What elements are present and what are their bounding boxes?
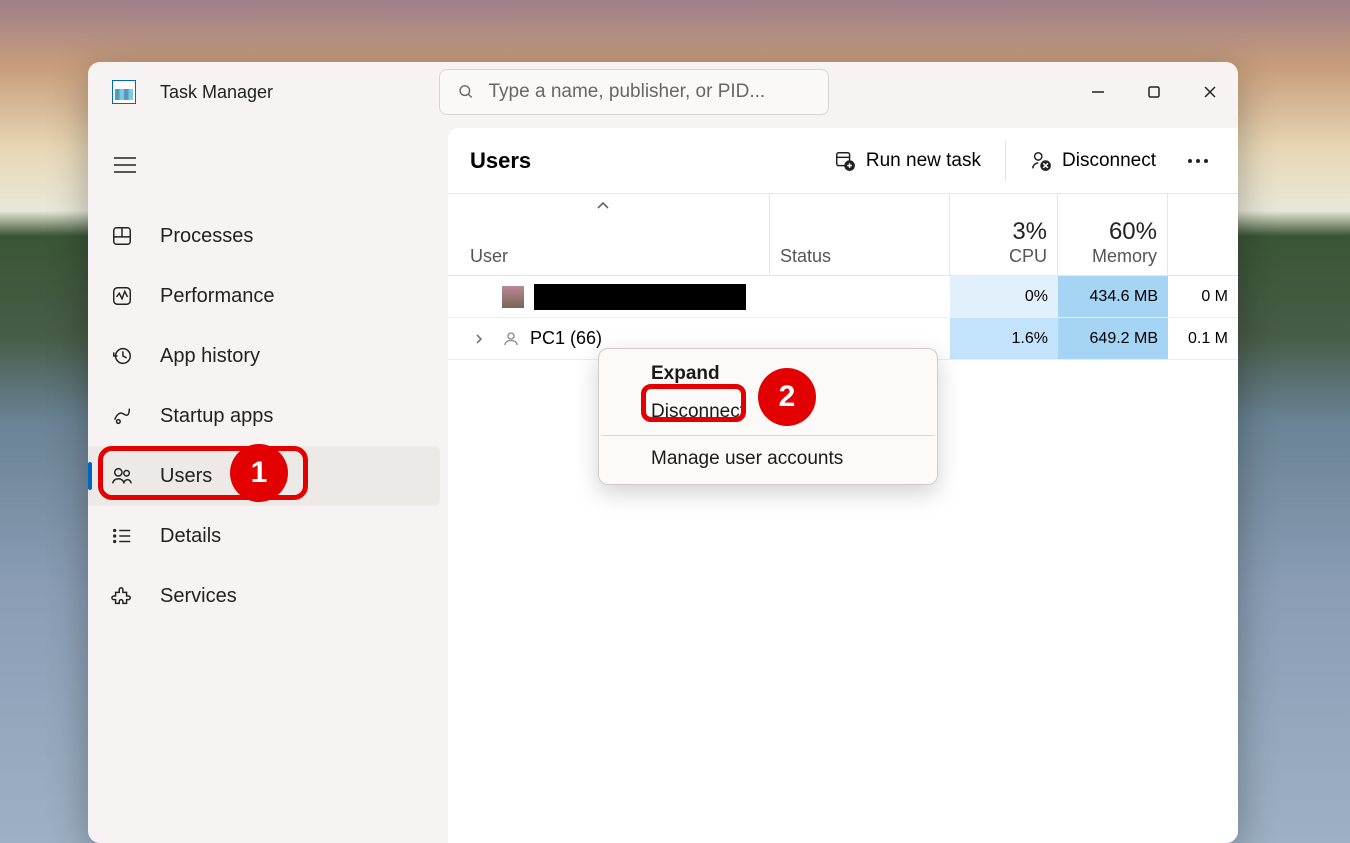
sidebar-item-label: Details [160,525,221,548]
column-header-cpu[interactable]: 3%CPU [950,194,1058,275]
table-row[interactable]: 0% 434.6 MB 0 M [448,276,1238,318]
sidebar-item-label: Startup apps [160,405,273,428]
cell-memory: 434.6 MB [1058,276,1168,317]
startup-icon [108,402,136,430]
cell-network: 0.1 M [1168,318,1238,359]
puzzle-icon [108,582,136,610]
search-input[interactable] [489,81,811,103]
cell-user [448,276,770,317]
page-title: Users [470,148,531,174]
run-new-task-button[interactable]: Run new task [824,144,991,178]
context-menu-manage-accounts[interactable]: Manage user accounts [599,440,937,478]
titlebar: Task Manager [88,62,1238,122]
sidebar-item-services[interactable]: Services [88,566,440,626]
search-box[interactable] [439,69,829,115]
maximize-button[interactable] [1126,70,1182,114]
minimize-button[interactable] [1070,70,1126,114]
annotation-circle-2: 2 [758,368,816,426]
cell-status [770,276,950,317]
column-headers: User Status 3%CPU 60%Memory [448,194,1238,276]
task-manager-window: Task Manager Processes Performance [88,62,1238,843]
chevron-right-icon[interactable] [470,330,488,348]
sidebar-item-label: Processes [160,225,253,248]
separator [1005,141,1006,181]
avatar [502,286,524,308]
menu-toggle[interactable] [102,142,148,188]
run-new-task-label: Run new task [866,150,981,172]
cell-memory: 649.2 MB [1058,318,1168,359]
sidebar-item-details[interactable]: Details [88,506,440,566]
annotation-box-2 [641,384,746,422]
sidebar-item-processes[interactable]: Processes [88,206,440,266]
sidebar-item-app-history[interactable]: App history [88,326,440,386]
close-button[interactable] [1182,70,1238,114]
username: PC1 (66) [530,328,602,349]
cell-network: 0 M [1168,276,1238,317]
disconnect-label: Disconnect [1062,150,1156,172]
details-icon [108,522,136,550]
app-title: Task Manager [160,82,273,103]
cell-cpu: 0% [950,276,1058,317]
grid-icon [108,222,136,250]
disconnect-button[interactable]: Disconnect [1020,144,1166,178]
context-menu-separator [601,435,935,436]
disconnect-icon [1030,150,1052,172]
history-icon [108,342,136,370]
search-icon [458,83,474,101]
activity-icon [108,282,136,310]
sidebar-item-startup-apps[interactable]: Startup apps [88,386,440,446]
cell-cpu: 1.6% [950,318,1058,359]
sort-indicator-icon [596,200,610,210]
sidebar-item-performance[interactable]: Performance [88,266,440,326]
column-header-network[interactable] [1168,194,1238,275]
page-header: Users Run new task Disconnect [448,128,1238,194]
sidebar-item-label: App history [160,345,260,368]
more-button[interactable] [1180,158,1216,164]
person-icon [502,330,520,348]
app-icon [112,80,136,104]
sidebar-item-label: Performance [160,285,275,308]
window-buttons [1070,70,1238,114]
column-header-memory[interactable]: 60%Memory [1058,194,1168,275]
column-header-status[interactable]: Status [770,194,950,275]
main-panel: Users Run new task Disconnect User Statu… [448,128,1238,843]
annotation-circle-1: 1 [230,444,288,502]
run-task-icon [834,150,856,172]
redacted-username [534,284,746,310]
sidebar-item-label: Services [160,585,237,608]
